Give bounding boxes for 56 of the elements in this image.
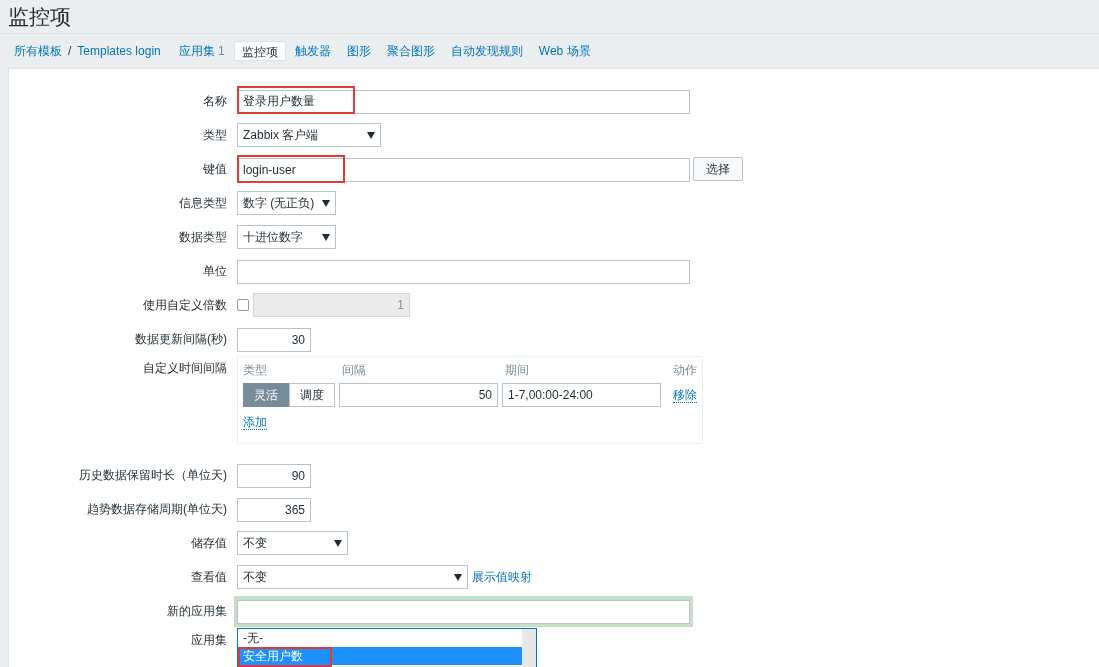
select-button[interactable]: 选择	[693, 157, 743, 181]
field-label: 查看值	[190, 569, 228, 586]
caret-icon	[367, 131, 375, 139]
dropdown[interactable]: 不变	[237, 565, 468, 589]
period-field[interactable]: 1-7,00:00-24:00	[502, 383, 661, 407]
nav-tab[interactable]: 聚合图形	[379, 41, 442, 61]
caret-icon	[454, 573, 462, 581]
nav-tab[interactable]: 应用集 1	[171, 41, 232, 61]
nav-tab[interactable]: 图形	[339, 41, 378, 61]
field-label: 类型	[202, 127, 228, 144]
text-field[interactable]	[237, 259, 690, 284]
remove-link[interactable]: 移除	[673, 387, 697, 403]
column-header: 期间	[505, 362, 530, 379]
field-label: 键值	[202, 161, 228, 178]
column-header: 类型	[243, 362, 268, 379]
field-label: 使用自定义倍数	[142, 297, 228, 314]
field-label: 信息类型	[178, 195, 228, 212]
dropdown[interactable]: 不变	[237, 531, 348, 555]
page-title: 监控项	[8, 4, 72, 30]
mode-toggle[interactable]: 调度	[289, 383, 335, 407]
value-mapping-link[interactable]: 展示值映射	[472, 568, 532, 586]
field-label: 数据更新间隔(秒)	[134, 331, 228, 348]
field-label: 历史数据保留时长（单位天)	[78, 467, 228, 484]
field-label: 单位	[202, 263, 228, 280]
field-label: 数据类型	[178, 229, 228, 246]
caret-icon	[322, 199, 330, 207]
add-link[interactable]: 添加	[243, 415, 267, 430]
number-field[interactable]: 30	[237, 327, 311, 352]
field-label: 趋势数据存储周期(单位天)	[86, 501, 228, 518]
dropdown[interactable]: 数字 (无正负)	[237, 191, 336, 215]
breadcrumb-link[interactable]: 所有模板	[14, 42, 62, 60]
nav-tab[interactable]: Web 场景	[531, 41, 598, 61]
field-label: 名称	[202, 93, 228, 110]
field-label: 应用集	[190, 632, 228, 649]
column-header: 动作	[673, 362, 697, 379]
checkbox[interactable]	[237, 299, 249, 311]
text-field[interactable]: 登录用户数量	[237, 89, 690, 114]
listbox[interactable]: -无- 安全用户数	[237, 628, 537, 667]
breadcrumb-link[interactable]: Templates login	[77, 42, 161, 60]
nav-tab[interactable]: 自动发现规则	[443, 41, 530, 61]
number-field[interactable]: 90	[237, 463, 311, 488]
caret-icon	[322, 233, 330, 241]
breadcrumb-separator: /	[68, 43, 72, 60]
nav-tab[interactable]: 监控项	[233, 41, 286, 61]
field-label: 储存值	[190, 535, 228, 552]
caret-icon	[334, 539, 342, 547]
column-header: 间隔	[342, 362, 367, 379]
list-option[interactable]: -无-	[238, 629, 522, 647]
field-label: 自定义时间间隔	[142, 360, 228, 377]
field-label: 新的应用集	[166, 603, 228, 620]
dropdown[interactable]: 十进位数字	[237, 225, 336, 249]
number-field[interactable]: 365	[237, 497, 311, 522]
interval-field[interactable]: 50	[339, 383, 498, 407]
dropdown[interactable]: Zabbix 客户端	[237, 123, 381, 147]
text-field[interactable]: login-user	[237, 157, 690, 182]
nav-tab[interactable]: 触发器	[287, 41, 338, 61]
